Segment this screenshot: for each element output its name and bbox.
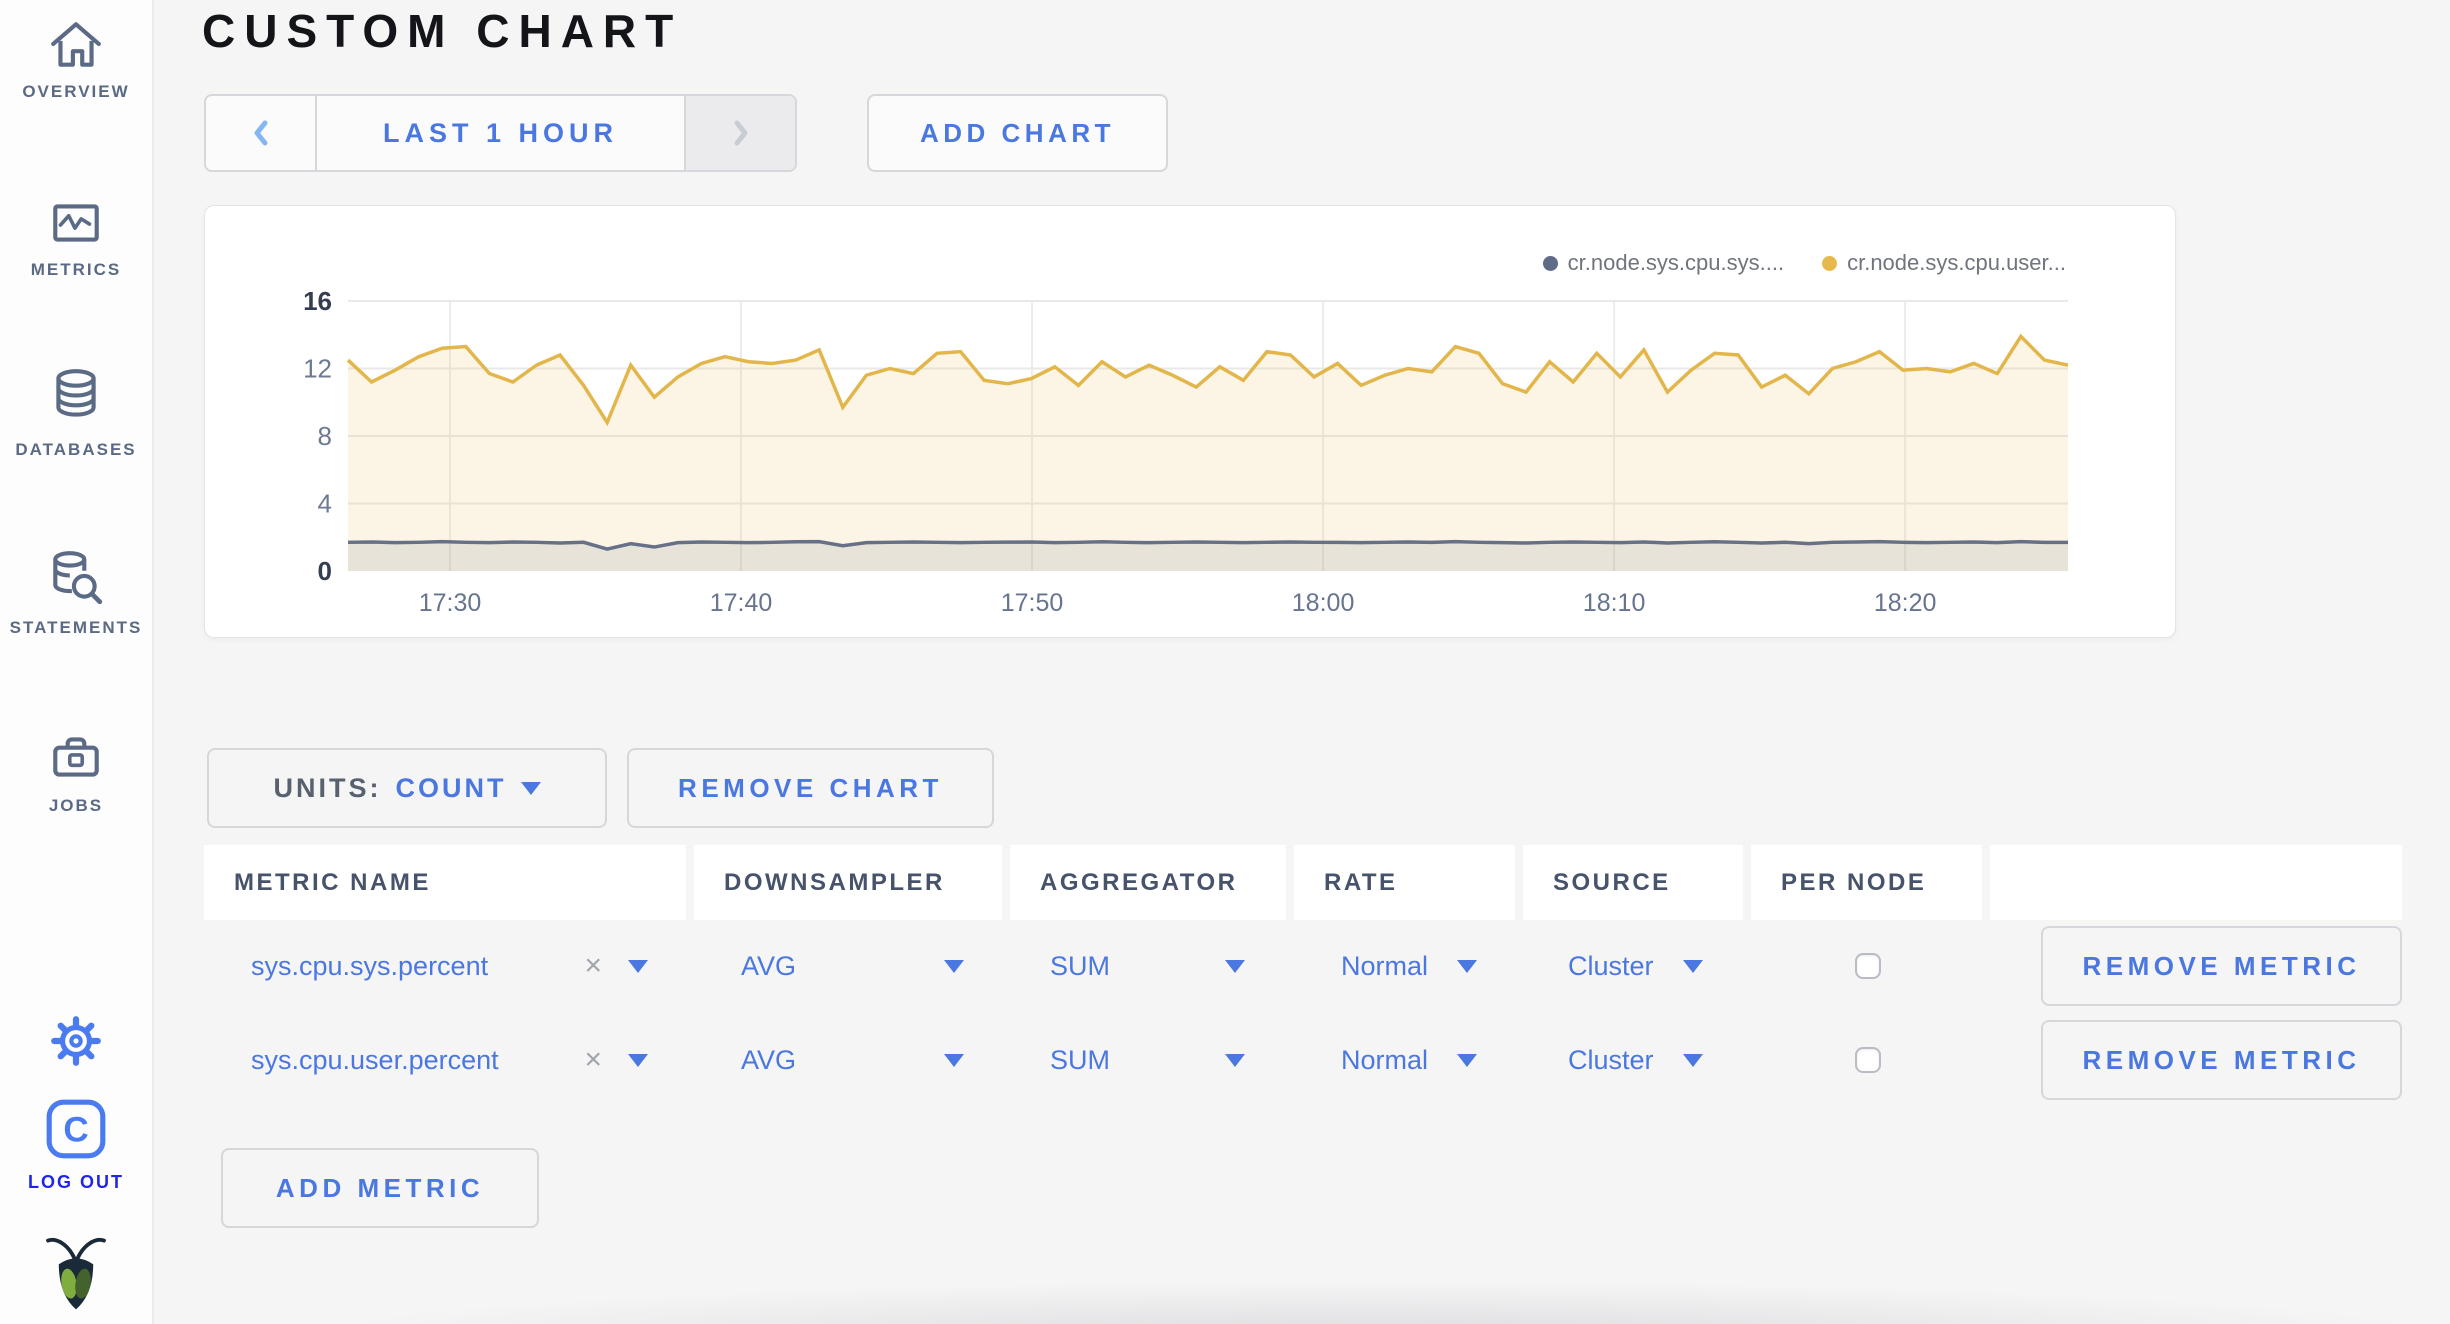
units-dropdown[interactable]: UNITS: COUNT xyxy=(207,748,607,828)
metrics-icon xyxy=(53,204,99,242)
metrics-table-body: sys.cpu.sys.percent × AVG SUM Normal Clu… xyxy=(204,919,2402,1107)
units-label: UNITS: xyxy=(273,772,382,803)
downsampler-select[interactable]: AVG xyxy=(694,951,796,982)
svg-text:0: 0 xyxy=(318,556,332,586)
time-range-prev-button[interactable] xyxy=(206,96,317,170)
chevron-down-icon[interactable] xyxy=(628,959,648,973)
legend-dot-user xyxy=(1822,255,1838,271)
svg-text:17:40: 17:40 xyxy=(710,589,773,617)
next-card-shadow xyxy=(330,1282,2424,1324)
chevron-down-icon[interactable] xyxy=(944,959,964,973)
chevron-left-icon xyxy=(254,120,267,146)
legend-item-user: cr.node.sys.cpu.user... xyxy=(1822,250,2066,276)
col-header-actions xyxy=(1990,845,2402,920)
logout-label: LOG OUT xyxy=(28,1172,124,1192)
metric-name-value[interactable]: sys.cpu.sys.percent xyxy=(204,951,488,982)
svg-text:8: 8 xyxy=(318,421,332,451)
page-title: CUSTOM CHART xyxy=(202,5,683,57)
chevron-down-icon[interactable] xyxy=(1683,1053,1703,1067)
aggregator-select[interactable]: SUM xyxy=(1010,951,1110,982)
chevron-down-icon[interactable] xyxy=(1457,1053,1477,1067)
legend-label: cr.node.sys.cpu.user... xyxy=(1847,250,2066,275)
home-icon xyxy=(51,22,101,67)
table-row: sys.cpu.user.percent × AVG SUM Normal Cl… xyxy=(204,1013,2402,1107)
sidebar-item-label: DATABASES xyxy=(15,440,137,459)
chevron-right-icon xyxy=(734,120,747,146)
rate-select[interactable]: Normal xyxy=(1294,1045,1428,1076)
svg-text:17:50: 17:50 xyxy=(1001,589,1064,617)
sidebar-item-label: OVERVIEW xyxy=(22,82,130,101)
svg-text:18:10: 18:10 xyxy=(1583,589,1646,617)
metric-name-value[interactable]: sys.cpu.user.percent xyxy=(204,1045,499,1076)
per-node-checkbox[interactable] xyxy=(1855,953,1881,979)
source-select[interactable]: Cluster xyxy=(1523,951,1654,982)
legend-label: cr.node.sys.cpu.sys.... xyxy=(1567,250,1785,275)
chevron-down-icon[interactable] xyxy=(1225,959,1245,973)
sidebar-item-label: METRICS xyxy=(30,260,122,279)
units-value: COUNT xyxy=(395,772,507,803)
remove-chart-button[interactable]: REMOVE CHART xyxy=(627,748,994,828)
aggregator-select[interactable]: SUM xyxy=(1010,1045,1110,1076)
cockroach-c-icon: C xyxy=(46,1099,106,1159)
add-metric-button[interactable]: ADD METRIC xyxy=(221,1148,539,1228)
sidebar: OVERVIEW METRICS DATABASES STATEMENTS JO… xyxy=(0,0,154,1324)
source-select[interactable]: Cluster xyxy=(1523,1045,1654,1076)
briefcase-icon xyxy=(53,737,99,777)
add-chart-button[interactable]: ADD CHART xyxy=(867,94,1168,172)
time-range-picker: LAST 1 HOUR xyxy=(204,94,797,172)
col-header-downsampler: DOWNSAMPLER xyxy=(694,845,1002,920)
chart-legend: cr.node.sys.cpu.sys.... cr.node.sys.cpu.… xyxy=(1542,250,2066,276)
downsampler-select[interactable]: AVG xyxy=(694,1045,796,1076)
table-row: sys.cpu.sys.percent × AVG SUM Normal Clu… xyxy=(204,919,2402,1013)
chevron-down-icon[interactable] xyxy=(944,1053,964,1067)
clear-metric-x-icon[interactable]: × xyxy=(584,949,602,983)
chevron-down-icon[interactable] xyxy=(1457,959,1477,973)
col-header-source: SOURCE xyxy=(1523,845,1743,920)
svg-text:17:30: 17:30 xyxy=(419,589,482,617)
col-header-aggregator: AGGREGATOR xyxy=(1010,845,1286,920)
chevron-down-icon[interactable] xyxy=(1683,959,1703,973)
legend-dot-sys xyxy=(1542,255,1558,271)
gear-icon xyxy=(51,1016,101,1066)
legend-item-sys: cr.node.sys.cpu.sys.... xyxy=(1542,250,1785,276)
svg-text:18:00: 18:00 xyxy=(1292,589,1355,617)
chevron-down-icon xyxy=(520,781,541,795)
col-header-rate: RATE xyxy=(1294,845,1515,920)
clear-metric-x-icon[interactable]: × xyxy=(584,1043,602,1077)
col-header-per-node: PER NODE xyxy=(1751,845,1982,920)
chevron-down-icon[interactable] xyxy=(1225,1053,1245,1067)
remove-metric-button[interactable]: REMOVE METRIC xyxy=(2041,1020,2402,1100)
per-node-checkbox[interactable] xyxy=(1855,1047,1881,1073)
svg-text:18:20: 18:20 xyxy=(1874,589,1937,617)
sidebar-item-label: STATEMENTS xyxy=(9,618,143,637)
time-range-label[interactable]: LAST 1 HOUR xyxy=(317,96,684,170)
chevron-down-icon[interactable] xyxy=(628,1053,648,1067)
metrics-table-header: METRIC NAME DOWNSAMPLER AGGREGATOR RATE … xyxy=(204,845,2402,920)
cockroachdb-logo[interactable] xyxy=(45,1232,107,1318)
database-icon xyxy=(56,369,96,417)
custom-chart-page: OVERVIEW METRICS DATABASES STATEMENTS JO… xyxy=(0,0,2450,1324)
chart-card: 17:30 17:40 17:50 18:00 18:10 18:20 0 4 8 12 16 cr… xyxy=(204,205,2176,638)
statements-icon xyxy=(53,551,103,605)
svg-text:4: 4 xyxy=(318,489,332,519)
col-header-metric-name: METRIC NAME xyxy=(204,845,686,920)
remove-metric-button[interactable]: REMOVE METRIC xyxy=(2041,926,2402,1006)
time-range-next-button[interactable] xyxy=(684,96,795,170)
svg-text:12: 12 xyxy=(303,354,332,384)
svg-text:16: 16 xyxy=(303,286,332,316)
sidebar-item-label: JOBS xyxy=(48,796,104,815)
svg-text:C: C xyxy=(63,1110,88,1149)
rate-select[interactable]: Normal xyxy=(1294,951,1428,982)
